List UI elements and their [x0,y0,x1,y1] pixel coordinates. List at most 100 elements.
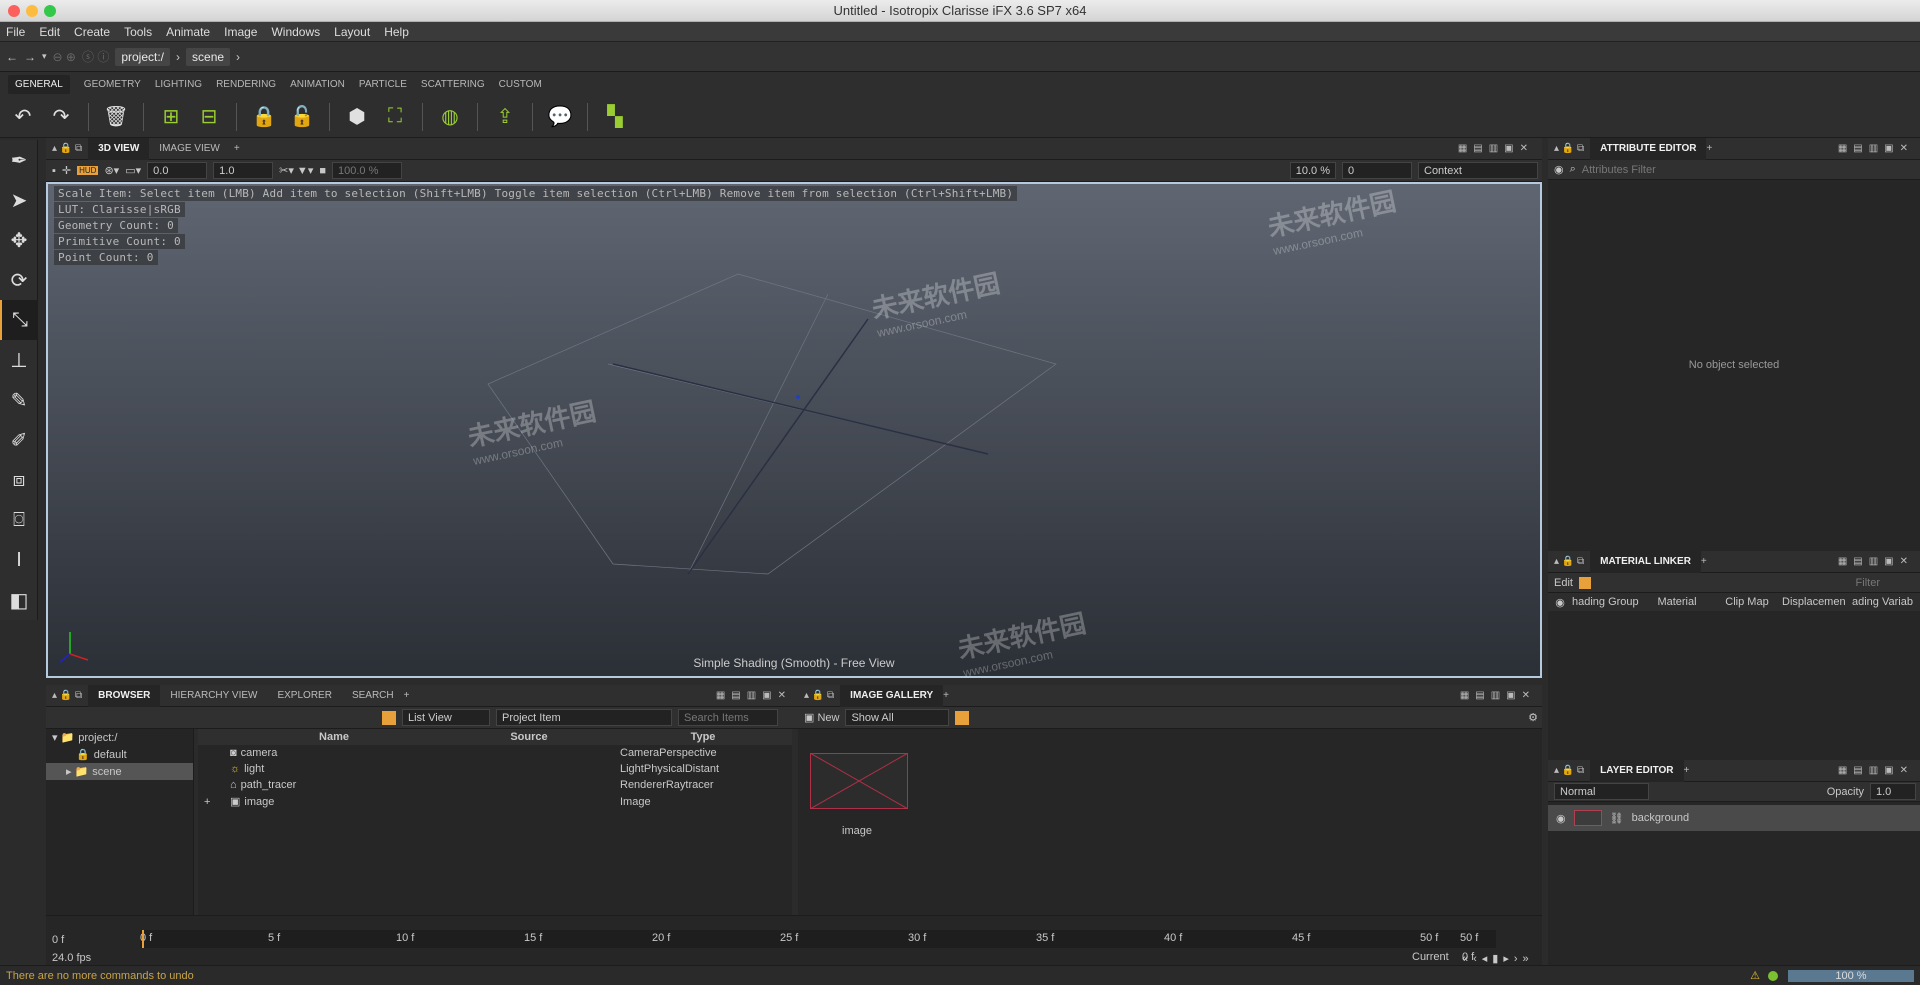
redo-icon[interactable]: ↷ [46,102,76,132]
frame-field[interactable]: 0 [1342,162,1412,179]
monitor-icon[interactable]: ▭▾ [125,164,141,177]
eye-icon[interactable]: ◉ [1554,163,1564,176]
search-items-input[interactable]: Search Items [678,709,778,726]
tab-material-linker[interactable]: MATERIAL LINKER [1590,550,1701,573]
column-header[interactable]: ading Variab [1852,596,1920,608]
tab-explorer[interactable]: EXPLORER [267,685,341,707]
shelf-tab-particle[interactable]: PARTICLE [359,79,407,90]
layout-icon[interactable]: ▚ [600,102,630,132]
panel-lock-icon[interactable]: ▴ 🔒 ⧉ [1548,556,1590,567]
panel-lock-icon[interactable]: ▴ 🔒 ⧉ [1548,143,1590,154]
menu-layout[interactable]: Layout [334,25,370,39]
tools-icon[interactable]: ✂▾ ▼▾ [279,164,313,177]
shelf-tab-rendering[interactable]: RENDERING [216,79,276,90]
layer-row[interactable]: ◉ ⛓ background [1548,805,1920,831]
column-source[interactable]: Source [444,729,614,745]
link-icon[interactable]: ⊖ ⊕ [53,50,76,64]
table-row[interactable]: ☼ light LightPhysicalDistant [198,761,792,777]
column-header[interactable]: hading Group [1572,596,1642,608]
panel-lock-icon[interactable]: ▴ 🔒 ⧉ [798,690,840,701]
globe-icon[interactable]: ◍ [435,102,465,132]
image-thumbnail[interactable] [810,753,908,809]
menu-tools[interactable]: Tools [124,25,152,39]
shelf-tab-animation[interactable]: ANIMATION [290,79,345,90]
group-icon[interactable]: ⊞ [156,102,186,132]
3d-viewport[interactable]: Scale Item: Select item (LMB) Add item t… [46,182,1542,680]
panel-lock-icon[interactable]: ▴ 🔒 ⧉ [46,143,88,154]
menu-edit[interactable]: Edit [39,25,60,39]
picker-icon[interactable]: ✒ [0,140,38,180]
add-tab-icon[interactable]: + [943,690,949,701]
paint-icon[interactable]: ✐ [0,420,38,460]
add-tab-icon[interactable]: + [1684,765,1690,776]
shelf-tab-lighting[interactable]: LIGHTING [155,79,202,90]
history-dropdown-icon[interactable]: ▾ [42,51,47,62]
value-field-2[interactable]: 1.0 [213,162,274,179]
menu-file[interactable]: File [6,25,25,39]
tab-hierarchy-view[interactable]: HIERARCHY VIEW [160,685,267,707]
context-dropdown[interactable]: Context [1418,162,1538,179]
record-icon[interactable]: ■ [319,165,326,177]
tab-layer-editor[interactable]: LAYER EDITOR [1590,759,1684,782]
eye-icon[interactable]: ◉ [1556,812,1566,825]
select-arrow-icon[interactable]: ➤ [0,180,38,220]
current-frame-field[interactable]: 0 f [1462,951,1474,963]
save-icon[interactable]: ▪ [52,165,56,177]
tree-item-project[interactable]: ▾ 📁 project:/ [46,729,193,746]
timeline-start[interactable]: 0 f [52,934,64,946]
tree-item-scene[interactable]: ▸ 📁 scene [46,763,193,780]
menu-windows[interactable]: Windows [271,25,320,39]
measure-icon[interactable]: I [0,540,38,580]
frame-selection-icon[interactable]: ⛶ [380,102,410,132]
zoom-window-button[interactable] [44,5,56,17]
tab-image-gallery[interactable]: IMAGE GALLERY [840,684,944,707]
transform-icon[interactable]: ✛ [62,164,71,177]
panel-layout-icons[interactable]: ▦▤▥▣✕ [1838,556,1920,567]
menu-image[interactable]: Image [224,25,257,39]
table-row[interactable]: ◙ camera CameraPerspective [198,745,792,761]
frame-icon[interactable]: ⧈ [0,460,38,500]
scale-icon[interactable]: ⤡ [0,300,38,340]
panel-lock-icon[interactable]: ▴ 🔒 ⧉ [46,690,88,701]
gallery-mode-icon[interactable] [955,710,970,725]
fps-field[interactable]: 24.0 fps [52,952,91,964]
tab-attribute-editor[interactable]: ATTRIBUTE EDITOR [1590,137,1707,160]
value-field-3[interactable]: 100.0 % [332,162,402,179]
close-window-button[interactable] [8,5,20,17]
hud-toggle[interactable]: HUD [77,166,99,175]
zoom-level[interactable]: 100 % [1788,969,1914,982]
pct-field[interactable]: 10.0 % [1289,162,1336,179]
panel-layout-icons[interactable]: ▦▤▥▣✕ [1838,765,1920,776]
tree-item-default[interactable]: 🔒 default [46,746,193,763]
info-icon[interactable]: ⓢ ⓘ [82,48,109,65]
panel-layout-icons[interactable]: ▦▤▥▣✕ [1458,143,1542,154]
shelf-tab-general[interactable]: GENERAL [8,74,70,94]
add-tab-icon[interactable]: + [1706,143,1712,154]
attributes-filter-input[interactable]: Attributes Filter [1582,164,1656,176]
breadcrumb-scene[interactable]: scene [186,47,231,66]
list-view-dropdown[interactable]: List View [402,709,490,726]
panel-layout-icons[interactable]: ▦▤▥▣✕ [1460,690,1542,701]
color-swatch-icon[interactable]: ◧ [0,580,38,620]
opacity-field[interactable]: 1.0 [1870,783,1916,800]
shelf-tab-custom[interactable]: CUSTOM [499,79,542,90]
warning-icon[interactable]: ⚠ [1750,969,1760,982]
search-icon[interactable]: ⌕ [1570,163,1576,176]
panel-layout-icons[interactable]: ▦▤▥▣✕ [1838,143,1920,154]
add-tab-icon[interactable]: + [230,143,244,154]
table-row[interactable]: ⌂ path_tracer RendererRaytracer [198,777,792,793]
time-ruler[interactable]: 0 f 5 f 10 f 15 f 20 f 25 f 30 f 35 f 40… [140,930,1496,948]
column-name[interactable]: Name [224,729,444,745]
shelf-tab-geometry[interactable]: GEOMETRY [84,79,141,90]
column-type[interactable]: Type [614,729,792,745]
minimize-window-button[interactable] [26,5,38,17]
rotate-icon[interactable]: ⟳ [0,260,38,300]
timeline-end[interactable]: 50 f [1460,932,1478,944]
gear-icon[interactable]: ⚙ [1528,711,1542,724]
cube-icon[interactable]: ⬢ [342,102,372,132]
filter-input[interactable]: Filter [1856,577,1920,589]
delete-icon[interactable]: 🗑 [101,102,131,132]
column-header[interactable]: Clip Map [1712,596,1782,608]
value-field-1[interactable]: 0.0 [147,162,208,179]
display-mode-icon[interactable]: ⊛▾ [104,164,119,177]
